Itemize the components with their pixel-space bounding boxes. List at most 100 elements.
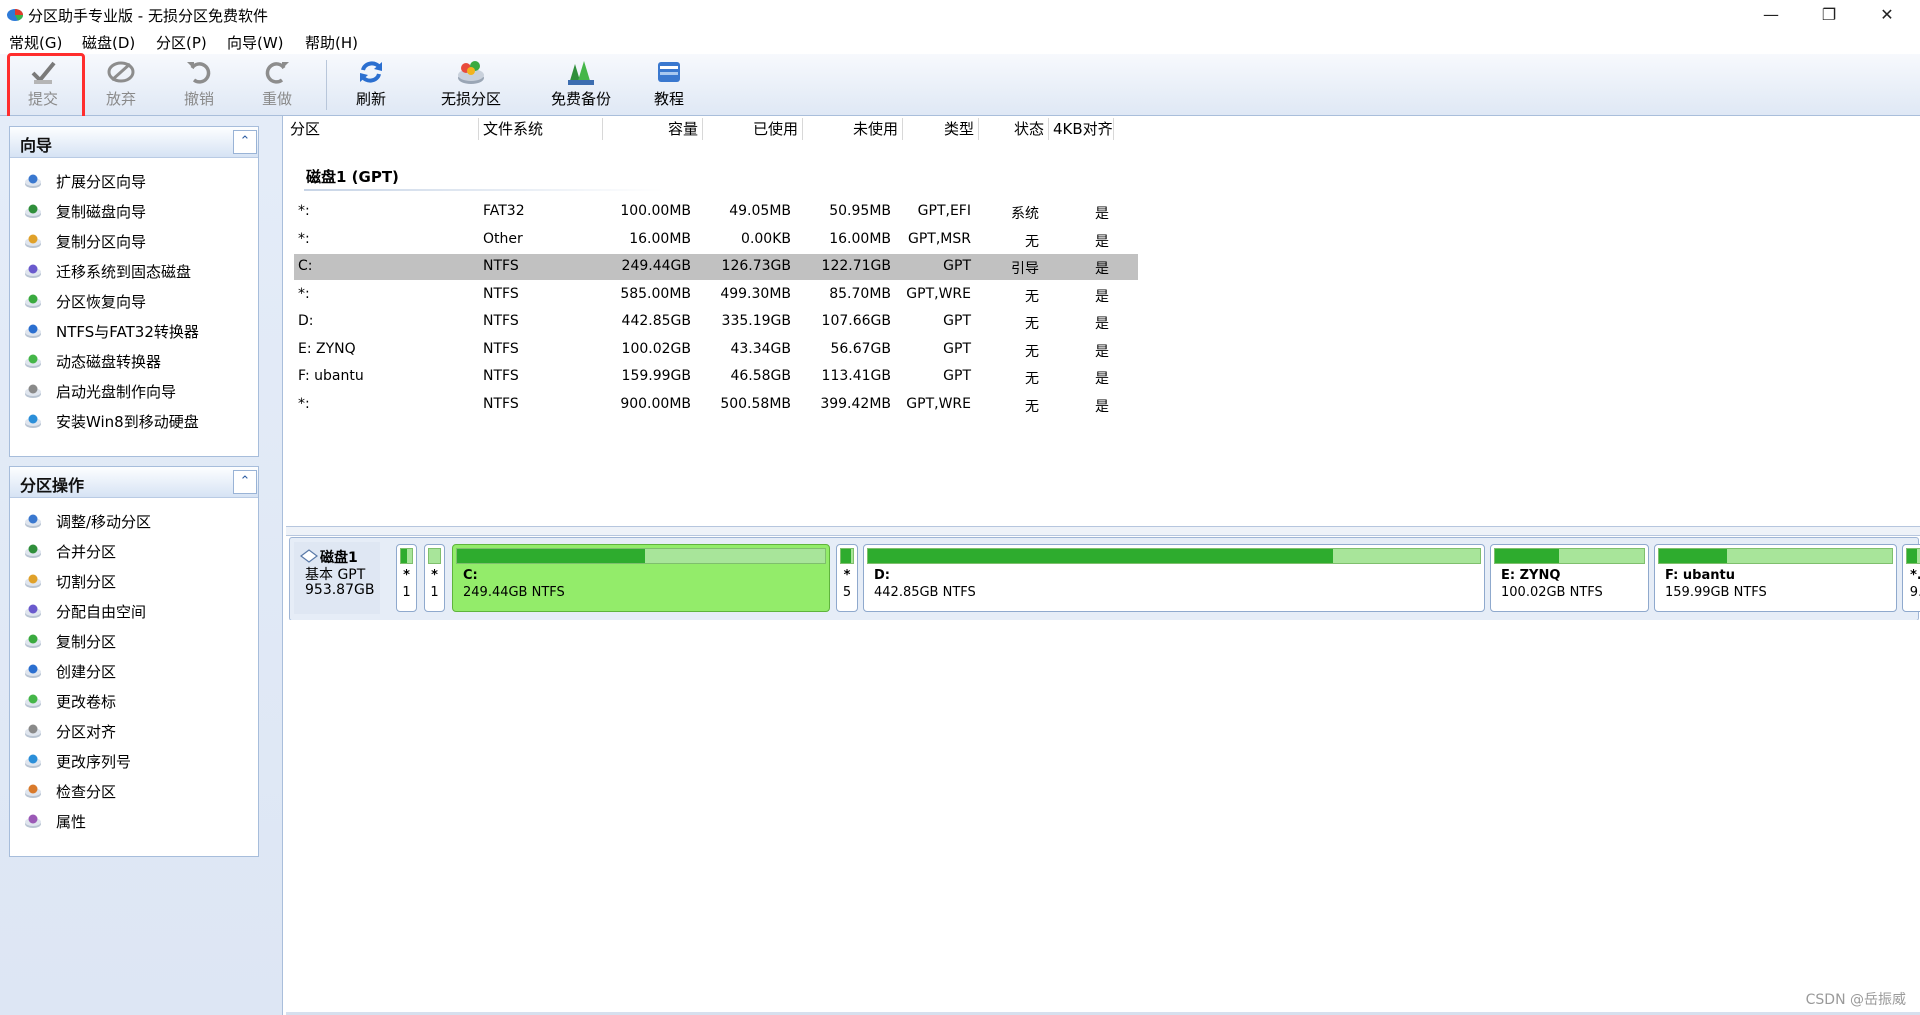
menu-general[interactable]: 常规(G) — [9, 32, 62, 53]
redo-button[interactable]: 重做 — [250, 58, 304, 112]
refresh-button[interactable]: 刷新 — [344, 58, 398, 112]
collapse-ops-button[interactable]: ⌃ — [233, 470, 257, 494]
cell-free: 399.42MB — [820, 395, 891, 412]
table-row[interactable]: *: NTFS 585.00MB 499.30MB 85.70MB GPT,WRE 无 是 — [294, 282, 1138, 308]
disk-title-underline — [304, 189, 664, 191]
ops-item-label: 分配自由空间 — [56, 603, 147, 621]
wizard-item[interactable]: 迁移系统到固态磁盘 — [10, 256, 258, 286]
partition-ops-header: 分区操作 ⌃ — [10, 467, 258, 498]
wizard-item[interactable]: 动态磁盘转换器 — [10, 346, 258, 376]
cell-capacity: 585.00MB — [620, 285, 691, 302]
merge-icon — [25, 544, 41, 558]
wizard-item[interactable]: 复制磁盘向导 — [10, 196, 258, 226]
partition-block[interactable]: F: ubantu 159.99GB NTFS — [1654, 544, 1897, 612]
menu-wizard[interactable]: 向导(W) — [227, 32, 284, 53]
cell-status: 无 — [1025, 398, 1039, 415]
menu-bar: 常规(G) 磁盘(D) 分区(P) 向导(W) 帮助(H) — [0, 29, 1920, 54]
wizard-item[interactable]: 安装Win8到移动硬盘 — [10, 406, 258, 436]
ops-item[interactable]: 检查分区 — [10, 776, 258, 806]
table-row[interactable]: D: NTFS 442.85GB 335.19GB 107.66GB GPT 无 是 — [294, 309, 1138, 335]
disk-map: 磁盘1 基本 GPT 953.87GB * 1 * 1 C: 249.44GB NTFS *… — [289, 537, 1920, 621]
col-used[interactable]: 已使用 — [703, 118, 803, 140]
wizard-item-label: 迁移系统到固态磁盘 — [56, 263, 192, 281]
ops-item[interactable]: 更改卷标 — [10, 686, 258, 716]
wizard-item[interactable]: 分区恢复向导 — [10, 286, 258, 316]
menu-partition[interactable]: 分区(P) — [156, 32, 207, 53]
cell-used: 126.73GB — [721, 258, 791, 274]
partition-block[interactable]: * 1 — [424, 544, 445, 612]
close-button[interactable]: ✕ — [1858, 0, 1916, 29]
maximize-button[interactable]: ❐ — [1800, 0, 1858, 29]
discard-button[interactable]: 放弃 — [94, 58, 148, 112]
cell-align: 是 — [1095, 288, 1109, 305]
cell-status: 系统 — [1011, 206, 1039, 222]
partition-block[interactable]: E: ZYNQ 100.02GB NTFS — [1490, 544, 1649, 612]
col-filesystem[interactable]: 文件系统 — [479, 118, 603, 140]
ops-item[interactable]: 分区对齐 — [10, 716, 258, 746]
serial-icon — [25, 754, 41, 768]
cell-used: 49.05MB — [729, 203, 791, 219]
info-icon — [25, 814, 41, 828]
col-type[interactable]: 类型 — [903, 118, 979, 140]
collapse-wizard-button[interactable]: ⌃ — [233, 130, 257, 154]
tutorial-button[interactable]: 教程 — [646, 58, 692, 112]
table-row[interactable]: E: ZYNQ NTFS 100.02GB 43.34GB 56.67GB GPT 无 是 — [294, 337, 1138, 363]
partition-block[interactable]: D: 442.85GB NTFS — [863, 544, 1485, 612]
usage-bar — [1494, 548, 1645, 564]
wizard-item[interactable]: 复制分区向导 — [10, 226, 258, 256]
table-row[interactable]: *: FAT32 100.00MB 49.05MB 50.95MB GPT,EFI 系统 是 — [294, 199, 1138, 225]
col-capacity[interactable]: 容量 — [603, 118, 703, 140]
cell-fs: NTFS — [483, 395, 519, 412]
cell-type: GPT — [943, 368, 971, 384]
block-size: 1 — [402, 585, 411, 600]
wizard-item[interactable]: 扩展分区向导 — [10, 166, 258, 196]
pane-splitter[interactable] — [286, 526, 1920, 536]
free-backup-button[interactable]: 免费备份 — [546, 58, 616, 112]
table-row[interactable]: C: NTFS 249.44GB 126.73GB 122.71GB GPT 引导 是 — [294, 254, 1138, 280]
ops-item[interactable]: 创建分区 — [10, 656, 258, 686]
block-size: 159.99GB NTFS — [1665, 585, 1767, 600]
undo-button[interactable]: 撤销 — [172, 58, 226, 112]
menu-help[interactable]: 帮助(H) — [305, 32, 358, 53]
block-size: 5 — [842, 585, 852, 600]
ops-item[interactable]: 属性 — [10, 806, 258, 836]
col-free[interactable]: 未使用 — [803, 118, 903, 140]
table-row[interactable]: F: ubantu NTFS 159.99GB 46.58GB 113.41GB GPT 无… — [294, 364, 1138, 390]
ops-item[interactable]: 更改序列号 — [10, 746, 258, 776]
cell-align: 是 — [1095, 206, 1109, 222]
wizard-item[interactable]: NTFS与FAT32转换器 — [10, 316, 258, 346]
allocate-space-icon — [25, 604, 41, 618]
wizard-group-title: 向导 — [20, 136, 53, 155]
cell-type: GPT,WRE — [906, 395, 971, 412]
wizard-item[interactable]: 启动光盘制作向导 — [10, 376, 258, 406]
partition-block[interactable]: * 1 — [396, 544, 417, 612]
ops-item[interactable]: 合并分区 — [10, 536, 258, 566]
cell-type: GPT,EFI — [917, 203, 971, 219]
undo-icon — [187, 62, 211, 84]
partition-block[interactable]: C: 249.44GB NTFS — [452, 544, 830, 612]
col-partition[interactable]: 分区 — [286, 118, 479, 140]
partition-block[interactable]: *. 9. — [1902, 544, 1920, 612]
wizard-item-label: 动态磁盘转换器 — [56, 353, 162, 371]
ops-item[interactable]: 复制分区 — [10, 626, 258, 656]
col-status[interactable]: 状态 — [979, 118, 1049, 140]
wizard-group: 向导 ⌃ 扩展分区向导复制磁盘向导复制分区向导迁移系统到固态磁盘分区恢复向导 NT… — [9, 126, 259, 457]
windows-install-icon — [25, 414, 41, 428]
minimize-button[interactable]: — — [1742, 0, 1800, 29]
wizard-item-label: 复制磁盘向导 — [56, 203, 147, 221]
redo-label: 重做 — [261, 90, 292, 108]
table-row[interactable]: *: Other 16.00MB 0.00KB 16.00MB GPT,MSR 无 是 — [294, 227, 1138, 253]
col-4k-align[interactable]: 4KB对齐 — [1049, 118, 1114, 140]
cell-capacity: 16.00MB — [629, 230, 691, 247]
table-header: 分区 文件系统 容量 已使用 未使用 类型 状态 4KB对齐 — [286, 118, 1920, 140]
menu-disk[interactable]: 磁盘(D) — [82, 32, 135, 53]
disk-info[interactable]: 磁盘1 基本 GPT 953.87GB — [294, 542, 380, 614]
ops-item[interactable]: 切割分区 — [10, 566, 258, 596]
ops-item[interactable]: 调整/移动分区 — [10, 506, 258, 536]
table-row[interactable]: *: NTFS 900.00MB 500.58MB 399.42MB GPT,WRE 无 是 — [294, 392, 1138, 418]
block-name: * — [431, 568, 438, 583]
ops-item[interactable]: 分配自由空间 — [10, 596, 258, 626]
partition-block[interactable]: * 5 — [836, 544, 858, 612]
lossless-partition-button[interactable]: 无损分区 — [436, 58, 506, 112]
cell-fs: NTFS — [483, 368, 519, 384]
